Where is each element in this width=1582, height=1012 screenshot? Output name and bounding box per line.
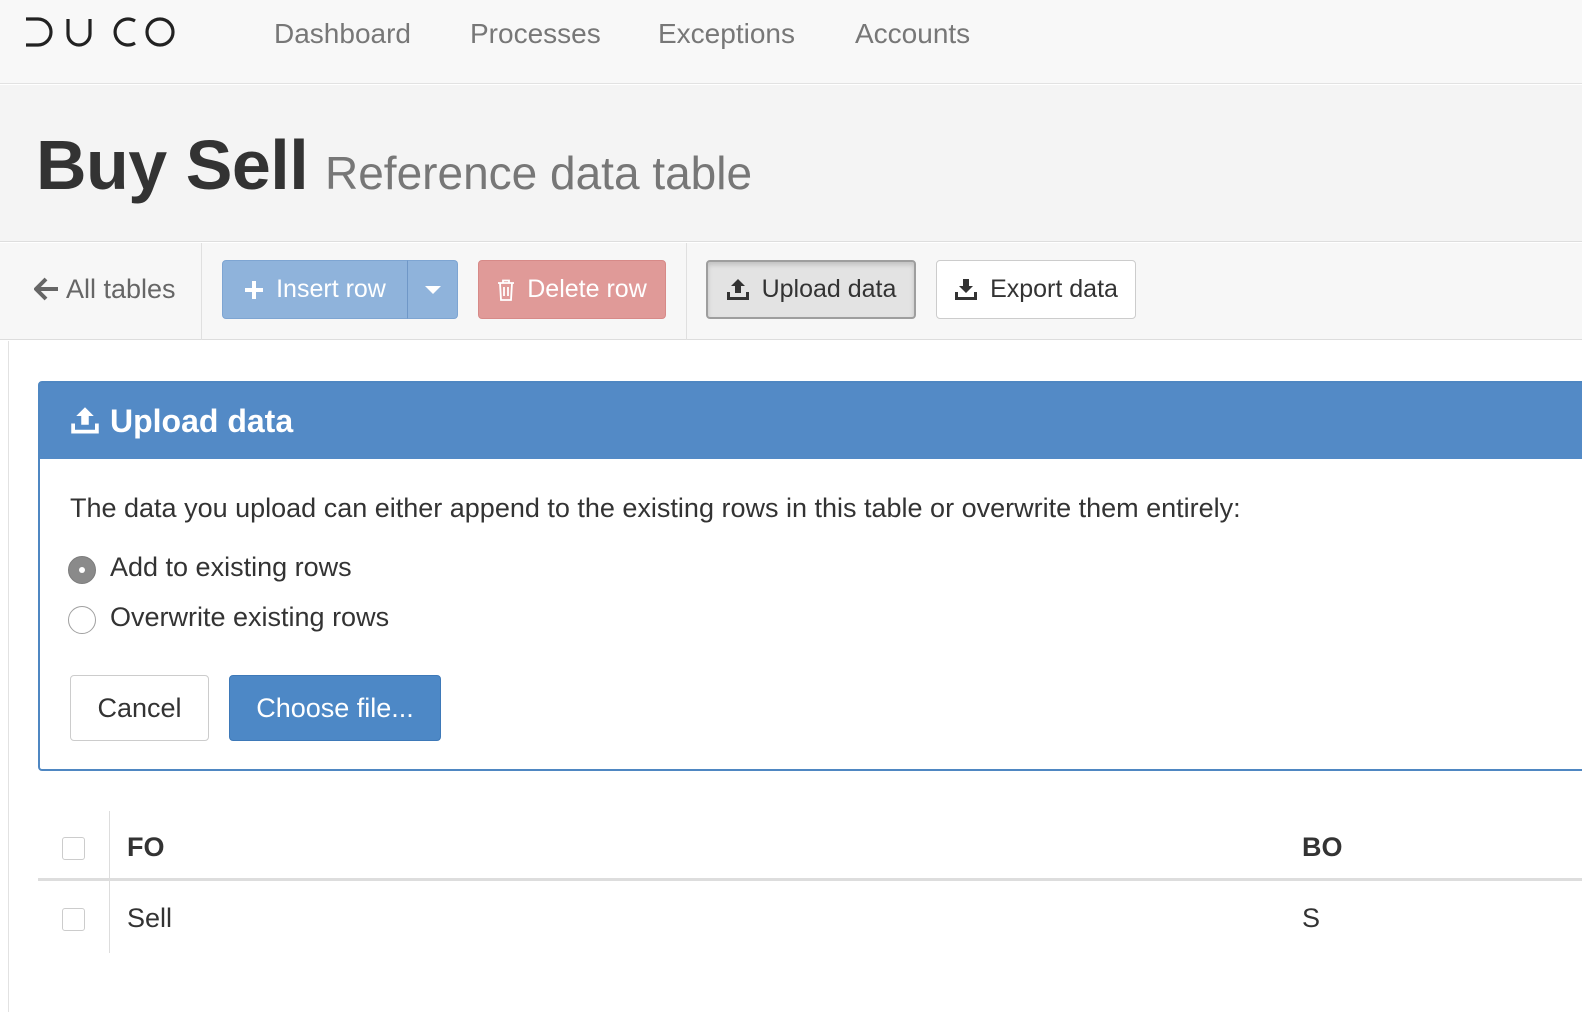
top-navbar: Dashboard Processes Exceptions Accounts [0, 0, 1582, 84]
toolbar-divider [201, 243, 202, 340]
toolbar-divider [686, 243, 687, 340]
all-tables-link[interactable]: All tables [34, 271, 176, 307]
export-data-button[interactable]: Export data [936, 260, 1136, 319]
download-icon [954, 278, 978, 301]
delete-row-button[interactable]: Delete row [478, 260, 666, 319]
plus-icon [244, 280, 264, 300]
trash-icon [497, 279, 515, 301]
cell-bo: S [1302, 903, 1321, 933]
insert-row-label: Insert row [276, 275, 386, 303]
cell-fo: Sell [127, 903, 173, 933]
nav-processes[interactable]: Processes [470, 16, 601, 52]
radio-add-to-existing[interactable]: Add to existing rows [68, 549, 352, 585]
upload-panel-heading: Upload data [40, 383, 1582, 459]
column-header-fo[interactable]: FO [127, 829, 165, 865]
upload-icon [70, 407, 100, 435]
table-row[interactable]: Sell S [38, 884, 1582, 954]
upload-data-label: Upload data [761, 275, 897, 303]
upload-data-button[interactable]: Upload data [706, 260, 916, 319]
content-left-rule [8, 341, 9, 1012]
radio-label: Overwrite existing rows [110, 602, 390, 632]
upload-description: The data you upload can either append to… [70, 493, 1241, 523]
upload-panel-title: Upload data [110, 403, 294, 439]
choose-file-button[interactable]: Choose file... [229, 675, 441, 741]
upload-panel: Upload data The data you upload can eith… [38, 381, 1582, 771]
insert-row-button[interactable]: Insert row [222, 260, 408, 319]
page-title: Buy Sell [36, 126, 309, 204]
column-header-bo[interactable]: BO [1302, 829, 1343, 865]
upload-icon [726, 278, 750, 301]
cancel-button[interactable]: Cancel [70, 675, 209, 741]
table-header-row: FO BO [38, 811, 1582, 881]
caret-down-icon [424, 285, 441, 295]
all-tables-label: All tables [66, 274, 176, 304]
row-checkbox[interactable] [62, 908, 85, 931]
radio-overwrite-existing[interactable]: Overwrite existing rows [68, 599, 389, 635]
insert-row-dropdown-toggle[interactable] [407, 260, 458, 319]
select-all-checkbox[interactable] [62, 837, 85, 860]
nav-exceptions[interactable]: Exceptions [658, 16, 795, 52]
delete-row-label: Delete row [527, 275, 647, 303]
arrow-left-icon [34, 277, 60, 301]
radio-label: Add to existing rows [110, 552, 352, 582]
nav-dashboard[interactable]: Dashboard [274, 16, 411, 52]
toolbar: All tables Insert row Delete row Upload … [0, 243, 1582, 340]
export-data-label: Export data [990, 275, 1118, 303]
nav-accounts[interactable]: Accounts [855, 16, 970, 52]
duco-logo[interactable] [24, 14, 176, 50]
radio-button[interactable] [68, 606, 96, 634]
page-header: Buy Sell Reference data table [0, 85, 1582, 242]
page-subtitle: Reference data table [325, 147, 753, 199]
table-column-divider [109, 811, 110, 953]
radio-button-selected[interactable] [68, 556, 96, 584]
duco-logo-mark [26, 17, 175, 47]
